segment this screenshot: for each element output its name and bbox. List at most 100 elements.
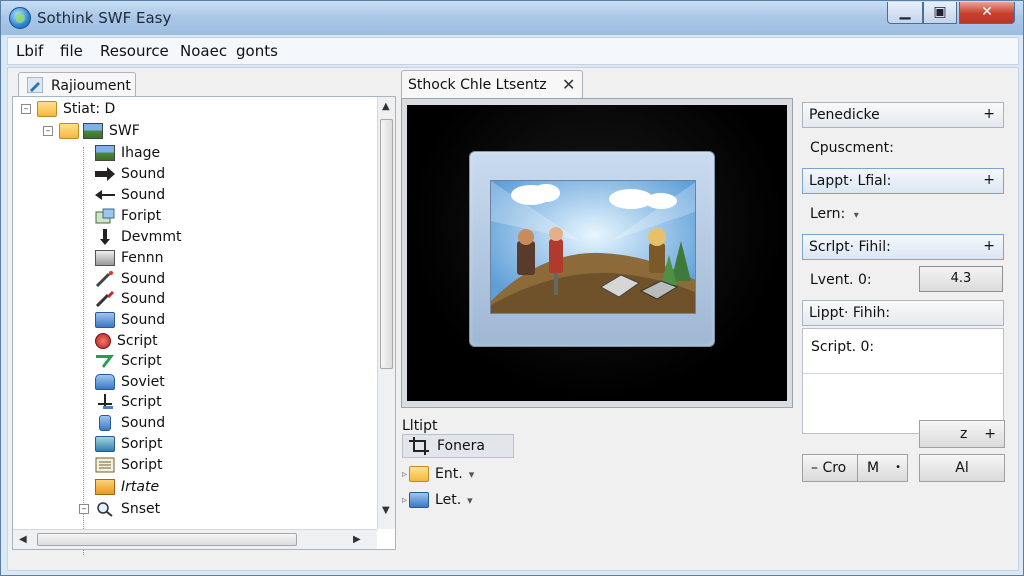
layers-icon [409,492,430,508]
app-logo-icon [9,7,31,29]
crop-icon [409,437,429,455]
tree-horizontal-scrollbar[interactable]: ◀ ▶ [13,529,377,549]
tree-item-root[interactable]: – Stiat: D [21,99,115,119]
tree-item[interactable]: Soviet [95,372,165,392]
expand-icon: + [984,426,996,442]
preview-image [490,180,696,314]
tree-item-label: Stiat: D [63,101,116,117]
property-group-header[interactable]: Lappt· Lfial: + [802,168,1004,194]
resource-tree: – Stiat: D – SWF Ihage Sound Sound Forip… [12,96,396,555]
move-icon [98,394,113,409]
property-value-field[interactable]: 4.3 [919,266,1003,292]
tree-item[interactable]: Soript [95,455,162,475]
menu-item-noaec[interactable]: Noaec [180,42,227,60]
tree-item[interactable]: Soript [95,434,162,454]
scene-illustration [491,181,695,313]
panel-icon [95,250,115,266]
tree-item[interactable]: Sound [95,185,165,205]
expand-icon[interactable]: + [983,106,995,122]
tree-item[interactable]: Sound [95,269,165,289]
tab-resource-panel[interactable]: Rajioument [18,72,136,98]
workspace: Rajioument – Stiat: D – SWF Ihage Sound … [7,67,1019,571]
dropdown-icon[interactable]: ▾ [467,494,473,507]
tree-item[interactable]: Irtate [95,477,159,497]
tree-item-label: Irtate [121,479,160,495]
tree-vertical-scrollbar[interactable]: ▲ ▼ [377,97,395,529]
folder-image-icon [409,466,430,482]
collapse-icon[interactable]: – [79,504,89,514]
tree-item-label: Sound [121,312,166,328]
scroll-thumb[interactable] [380,119,393,369]
tree-item-label: Foript [121,208,162,224]
tree-item-label: Script [121,353,162,369]
magnifier-icon [97,502,113,517]
button-label: M [867,460,880,476]
maximize-button[interactable]: ▣ [923,2,957,24]
segmented-control[interactable]: – Cro M • [802,454,908,482]
minimize-button[interactable]: ▁ [887,2,923,24]
menu-item-lbif[interactable]: Lbif [16,42,43,60]
tree-item[interactable]: Script [95,331,158,351]
scroll-up-icon[interactable]: ▲ [382,101,390,112]
tree-item[interactable]: Foript [95,206,161,226]
tree-item-label: Sound [121,271,166,287]
section-label: Lltipt [402,418,438,434]
z-button[interactable]: z + [919,420,1005,448]
tab-label: Sthock Chle Ltsentz [408,77,547,93]
expand-icon[interactable]: + [983,172,995,188]
list-item-ent[interactable]: ▹ Ent. ▾ [402,462,474,486]
menu-item-file[interactable]: file [60,42,83,60]
tree-item[interactable]: Sound [95,289,165,309]
blue-cube-icon [95,436,115,452]
tree-item-swf[interactable]: – SWF [43,121,140,141]
tree-item[interactable]: Sound [95,413,165,433]
dropdown-icon[interactable]: ▾ [469,468,475,481]
property-group-label: Lappt· Lfial: [809,173,892,189]
list-item-label: Ent. [435,466,463,482]
pin-icon [100,229,110,245]
cylinder-icon [99,415,111,431]
property-label: Cpuscment: [810,140,894,156]
tree-item[interactable]: – Snset [79,499,160,519]
tree-item[interactable]: Devmmt [95,227,181,247]
property-group-header[interactable]: Penedicke + [802,102,1004,128]
list-item-fonera[interactable]: Fonera [402,434,514,458]
tree-item-label: Ihage [121,145,161,161]
tree-item-label: Sound [121,291,166,307]
tree-item[interactable]: Script [95,392,162,412]
property-label: Script. 0: [811,339,875,355]
close-tab-icon[interactable]: ✕ [562,75,575,94]
tree-item-label: Script [117,333,158,349]
collapse-icon[interactable]: – [21,104,31,114]
tree-branch-icon: ▹ [402,494,408,506]
scroll-thumb[interactable] [37,533,297,546]
tree-item[interactable]: Sound [95,310,165,330]
menu-item-gonts[interactable]: gonts [236,42,278,60]
tree-item-label: Devmmt [121,229,182,245]
apply-button[interactable]: Al [919,454,1005,482]
property-group-header[interactable]: Scrlpt· Fihil: + [802,234,1004,260]
tree-item[interactable]: Fennn [95,248,164,268]
scroll-left-icon[interactable]: ◀ [19,534,27,545]
list-item-let[interactable]: ▹ Let. ▾ [402,488,473,512]
folder-icon [37,101,57,117]
scroll-right-icon[interactable]: ▶ [353,534,361,545]
tab-label: Rajioument [51,78,131,94]
ruby-icon [95,333,111,349]
close-button[interactable]: ✕ [959,2,1015,24]
expand-icon[interactable]: + [983,238,995,254]
menu-item-resource[interactable]: Resource [100,42,169,60]
scroll-down-icon[interactable]: ▼ [382,505,390,516]
property-group-label: Penedicke [809,107,880,123]
property-dropdown[interactable]: Lern: ▾ [810,206,859,222]
preview-image-frame [469,151,715,347]
tree-item[interactable]: Sound [95,164,165,184]
property-group-header[interactable]: Lippt· Fihih: [802,300,1004,326]
tree-item[interactable]: Ihage [95,143,160,163]
chevron-down-icon[interactable]: ▾ [854,210,859,221]
collapse-icon[interactable]: – [43,126,53,136]
tree-item-label: Fennn [121,250,164,266]
preview-stage[interactable] [407,105,787,401]
tab-preview[interactable]: Sthock Chle Ltsentz ✕ [401,70,583,98]
tree-item[interactable]: Script [95,351,162,371]
